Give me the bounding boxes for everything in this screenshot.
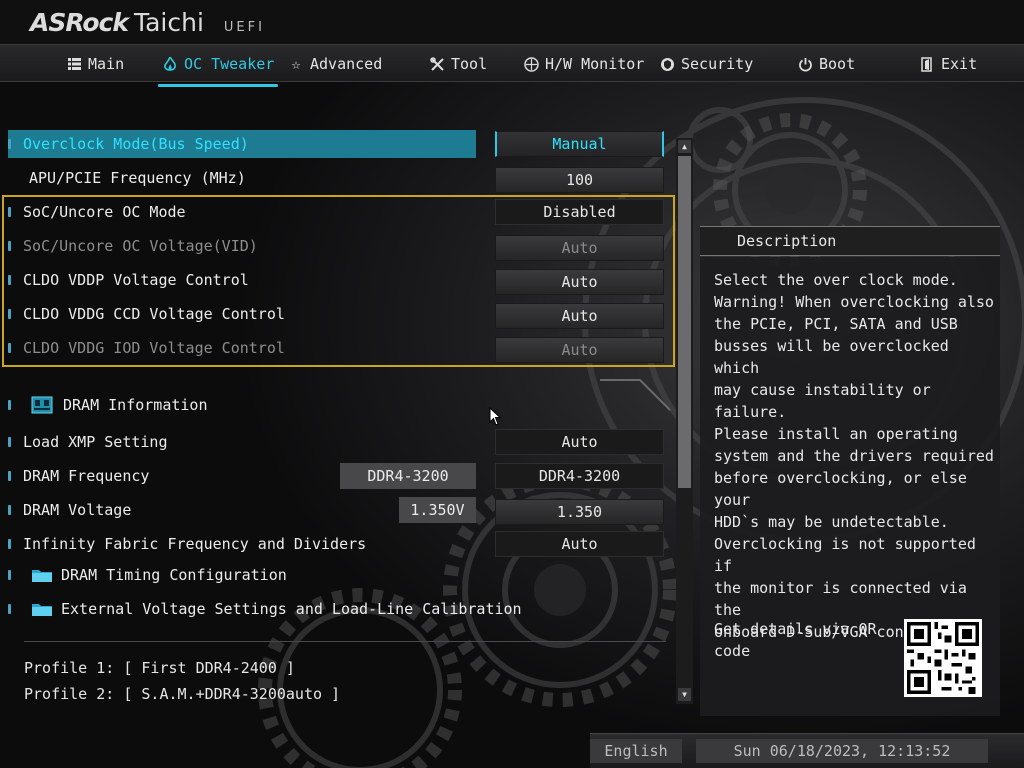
tab-hw-monitor-label: H/W Monitor [545, 55, 645, 73]
setting-row-dram-frequency[interactable]: DRAM Frequency [8, 462, 149, 490]
folder-icon [31, 601, 53, 617]
row-marker [8, 437, 11, 447]
brand-model: Taichi [133, 8, 204, 37]
list-icon [66, 56, 82, 72]
setting-label: DRAM Frequency [23, 467, 150, 485]
tab-security[interactable]: Security [659, 53, 753, 75]
setting-label: External Voltage Settings and Load-Line … [61, 600, 522, 618]
tab-hw-monitor[interactable]: H/W Monitor [523, 53, 644, 75]
scrollbar-thumb[interactable] [678, 156, 691, 488]
setting-label: Load XMP Setting [23, 433, 168, 451]
description-body: Select the over clock mode. Warning! Whe… [700, 257, 1000, 716]
setting-label: DRAM Information [63, 396, 208, 414]
scroll-up-arrow-icon[interactable]: ▲ [678, 140, 691, 153]
description-text: Select the over clock mode. Warning! Whe… [714, 271, 994, 641]
tab-tool-label: Tool [451, 55, 488, 73]
tab-exit[interactable]: Exit [919, 53, 977, 75]
row-marker [8, 139, 11, 149]
dram-frequency-current: DDR4-3200 [340, 463, 476, 489]
settings-scrollbar[interactable]: ▲ ▼ [676, 138, 693, 704]
tab-oc-tweaker[interactable]: OC Tweaker [158, 53, 279, 87]
scroll-down-arrow-icon[interactable]: ▼ [678, 688, 691, 701]
row-marker [8, 400, 11, 410]
infinity-fabric-select[interactable]: Auto [495, 531, 664, 557]
monitor-icon [523, 56, 539, 72]
brand-name: ASRock [30, 8, 129, 37]
row-marker [8, 570, 11, 580]
dram-information-item[interactable]: DRAM Information [8, 391, 208, 419]
tab-exit-label: Exit [941, 55, 978, 73]
load-xmp-select[interactable]: Auto [495, 429, 664, 455]
setting-row-dram-voltage[interactable]: DRAM Voltage [8, 496, 131, 524]
setting-label: DRAM Timing Configuration [61, 566, 287, 584]
dram-timing-folder[interactable]: DRAM Timing Configuration [8, 561, 287, 589]
section-divider [24, 641, 666, 642]
tab-boot-label: Boot [819, 55, 856, 73]
tab-oc-tweaker-label: OC Tweaker [184, 55, 275, 73]
highlight-frame [2, 195, 675, 367]
setting-label: Overclock Mode(Bus Speed) [23, 135, 249, 153]
tab-security-label: Security [681, 55, 754, 73]
exit-icon [919, 56, 935, 72]
description-header: Description [700, 226, 1000, 256]
tab-main-label: Main [88, 55, 125, 73]
setting-label: DRAM Voltage [23, 501, 132, 519]
external-voltage-folder[interactable]: External Voltage Settings and Load-Line … [8, 595, 522, 623]
flame-icon [162, 56, 178, 72]
top-nav-bar: Main OC Tweaker ☆ Advanced Tool H/W Moni… [0, 44, 1024, 87]
row-marker [8, 471, 11, 481]
star-icon: ☆ [291, 55, 301, 73]
language-button[interactable]: English [590, 739, 682, 763]
shield-icon [659, 56, 675, 72]
tab-main[interactable]: Main [66, 53, 124, 75]
mouse-cursor-icon [489, 407, 502, 426]
brand-logo: ASRock Taichi UEFI [30, 8, 265, 42]
memory-icon [31, 396, 53, 414]
row-marker [8, 604, 11, 614]
qr-caption: Get details via QR code [714, 620, 877, 660]
dram-voltage-field[interactable]: 1.350 [495, 499, 664, 525]
tab-advanced[interactable]: ☆ Advanced [288, 53, 382, 75]
profile-1-text: Profile 1: [ First DDR4-2400 ] [24, 659, 295, 677]
datetime-display: Sun 06/18/2023, 12:13:52 [696, 739, 988, 763]
tab-advanced-label: Advanced [310, 55, 383, 73]
row-marker [8, 505, 11, 515]
description-title: Description [737, 232, 837, 250]
setting-row-overclock-mode[interactable]: Overclock Mode(Bus Speed) [8, 130, 476, 158]
setting-label: Infinity Fabric Frequency and Dividers [23, 535, 367, 553]
bottom-status-bar: English Sun 06/18/2023, 12:13:52 [590, 733, 1024, 768]
overclock-mode-select[interactable]: Manual [495, 131, 664, 157]
setting-row-load-xmp[interactable]: Load XMP Setting [8, 428, 168, 456]
power-icon [797, 56, 813, 72]
qr-code-icon [904, 619, 982, 697]
apu-pcie-frequency-field[interactable]: 100 [495, 167, 664, 193]
row-marker [8, 539, 11, 549]
folder-icon [31, 567, 53, 583]
tab-tool[interactable]: Tool [429, 53, 487, 75]
dram-frequency-select[interactable]: DDR4-3200 [495, 463, 664, 489]
profile-2-text: Profile 2: [ S.A.M.+DDR4-3200auto ] [24, 685, 341, 703]
setting-label: APU/PCIE Frequency (MHz) [29, 169, 246, 187]
description-panel: Description Select the over clock mode. … [700, 226, 1000, 716]
tools-icon [429, 56, 445, 72]
dram-voltage-current: 1.350V [399, 497, 476, 523]
tab-boot[interactable]: Boot [797, 53, 855, 75]
row-marker [8, 173, 11, 183]
brand-uefi: UEFI [223, 20, 265, 35]
active-tab-underline [158, 84, 279, 87]
setting-row-apu-pcie-frequency[interactable]: APU/PCIE Frequency (MHz) [8, 164, 246, 192]
setting-row-infinity-fabric[interactable]: Infinity Fabric Frequency and Dividers [8, 530, 366, 558]
